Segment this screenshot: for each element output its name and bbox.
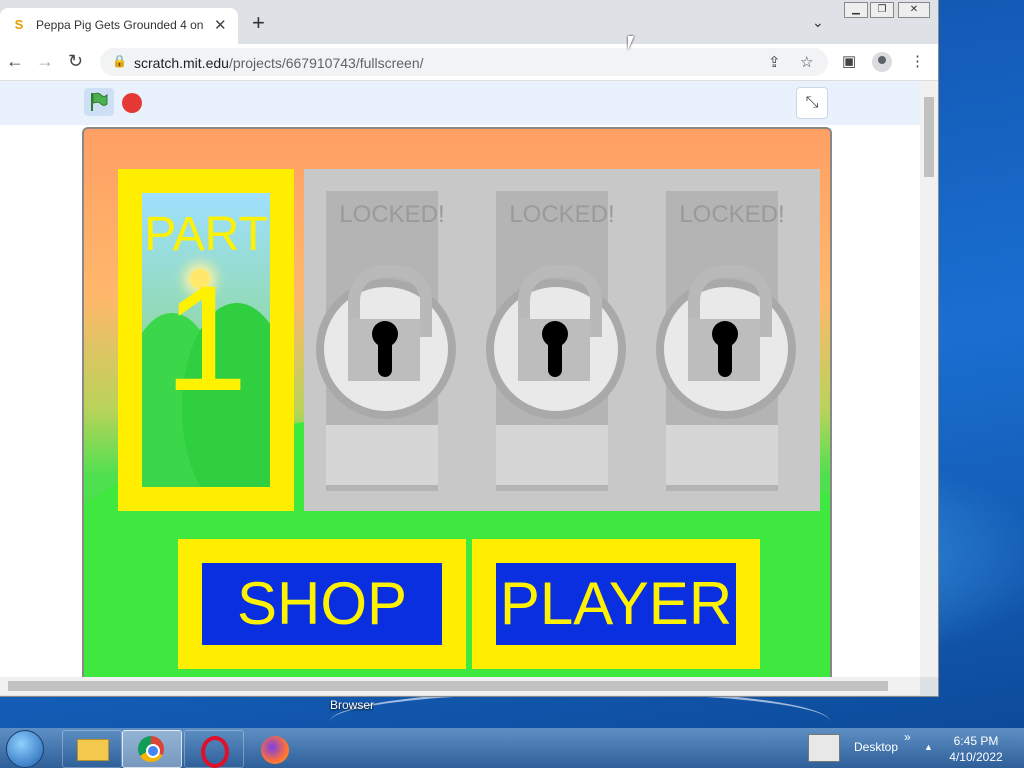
green-flag-icon (91, 92, 108, 111)
tab-strip: S Peppa Pig Gets Grounded 4 on S ✕ + ⌄ ▁… (0, 0, 938, 44)
shop-button[interactable]: SHOP (178, 539, 466, 669)
keyhole-slot (548, 337, 562, 377)
locked-panel-bottom (496, 425, 608, 485)
new-tab-button[interactable]: + (252, 12, 265, 34)
clock-time: 6:45 PM (953, 734, 999, 748)
tab-close-icon[interactable]: ✕ (214, 16, 227, 34)
desktop-icon-label[interactable]: Browser (330, 698, 374, 712)
keyhole-slot (718, 337, 732, 377)
restore-button[interactable]: ❐ (870, 2, 894, 18)
scratch-stage[interactable]: PART 1 LOCKED! LOCKED! LOCKED! SHOP PLAY… (82, 127, 832, 677)
lock-icon[interactable]: 🔒 (112, 54, 127, 68)
taskbar: Desktop » ▲ 6:45 PM 4/10/2022 (0, 728, 1024, 768)
locked-label: LOCKED! (339, 201, 445, 228)
start-button[interactable] (6, 730, 44, 768)
browser-toolbar: ← → ↻ 🔒 scratch.mit.edu/projects/6679107… (0, 44, 938, 81)
menu-kebab-icon[interactable]: ⋮ (910, 52, 925, 70)
bookmark-star-icon[interactable]: ☆ (800, 53, 813, 71)
chrome-logo-icon (138, 736, 164, 762)
firefox-taskbar-icon[interactable] (246, 730, 306, 768)
green-flag-button[interactable] (84, 88, 114, 116)
stop-button[interactable] (122, 93, 142, 113)
chrome-taskbar-icon[interactable] (122, 730, 182, 768)
side-panel-icon[interactable]: ▣ (842, 52, 856, 70)
back-arrow-icon[interactable]: ← (6, 51, 24, 72)
locked-label: LOCKED! (509, 201, 615, 228)
profile-avatar-icon[interactable] (872, 52, 892, 72)
share-icon[interactable]: ⇪ (768, 53, 781, 71)
tray-up-arrow-icon[interactable]: ▲ (924, 742, 933, 752)
reload-icon[interactable]: ↻ (68, 51, 83, 72)
part-1-card[interactable]: PART 1 (118, 169, 294, 511)
close-window-button[interactable]: ✕ (898, 2, 930, 18)
notepad-tray-icon[interactable] (808, 734, 840, 762)
keyhole-slot (378, 337, 392, 377)
scratch-favicon-icon: S (14, 17, 24, 32)
tab-title: Peppa Pig Gets Grounded 4 on S (36, 18, 206, 32)
scratch-controls-bar: ⤡ (0, 81, 920, 125)
shop-label: SHOP (202, 563, 442, 645)
opera-logo-icon (201, 736, 229, 768)
minimize-button[interactable]: ▁ (844, 2, 868, 18)
exit-fullscreen-icon[interactable]: ⤡ (796, 87, 828, 119)
desktop-toolbar-label[interactable]: Desktop (854, 740, 898, 754)
opera-taskbar-icon[interactable] (184, 730, 244, 768)
horizontal-scroll-thumb[interactable] (8, 681, 888, 691)
file-explorer-taskbar-icon[interactable] (62, 730, 122, 768)
clock-date: 4/10/2022 (949, 750, 1003, 764)
part-1-thumbnail: PART 1 (142, 193, 270, 487)
locked-card-2[interactable]: LOCKED! (304, 169, 480, 511)
mouse-cursor-icon (628, 36, 640, 50)
toolbar-chevron-icon[interactable]: » (904, 730, 911, 744)
clock[interactable]: 6:45 PM 4/10/2022 (946, 733, 1006, 765)
locked-panel-bottom (666, 425, 778, 485)
chrome-logo-center (146, 744, 160, 758)
firefox-logo-icon (261, 736, 289, 764)
vertical-scroll-thumb[interactable] (924, 97, 934, 177)
url-path: /projects/667910743/fullscreen/ (228, 55, 424, 71)
player-button[interactable]: PLAYER (472, 539, 760, 669)
forward-arrow-icon[interactable]: → (36, 51, 54, 72)
player-label: PLAYER (496, 563, 736, 645)
tab-active[interactable]: S Peppa Pig Gets Grounded 4 on S ✕ (0, 8, 238, 44)
url-text: scratch.mit.edu/projects/667910743/fulls… (134, 55, 424, 71)
locked-card-3[interactable]: LOCKED! (474, 169, 650, 511)
vertical-scrollbar[interactable] (920, 81, 938, 677)
folder-icon (77, 739, 109, 761)
horizontal-scrollbar[interactable] (0, 677, 920, 695)
part-number: 1 (164, 254, 248, 422)
locked-card-4[interactable]: LOCKED! (644, 169, 820, 511)
scratch-page: ⤡ PART 1 LOCKED! LOCKED! LOCKED! SHOP PL… (0, 81, 920, 677)
url-host: scratch.mit.edu (134, 55, 229, 71)
tab-search-chevron-icon[interactable]: ⌄ (812, 14, 824, 31)
address-bar[interactable]: 🔒 scratch.mit.edu/projects/667910743/ful… (100, 48, 828, 76)
locked-label: LOCKED! (679, 201, 785, 228)
locked-panel-bottom (326, 425, 438, 485)
